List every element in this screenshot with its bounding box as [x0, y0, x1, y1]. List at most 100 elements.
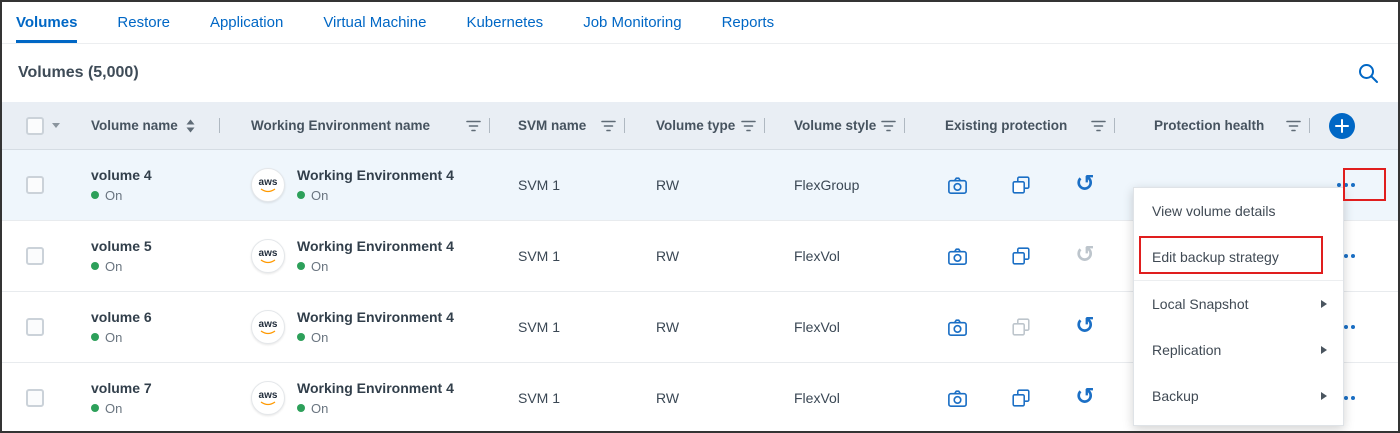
page-title: Volumes (5,000): [18, 64, 139, 82]
column-divider: [1114, 118, 1115, 133]
status-dot-icon: [297, 333, 305, 341]
tab-label: Virtual Machine: [323, 14, 426, 31]
volume-type: RW: [656, 319, 679, 335]
column-divider: [764, 118, 765, 133]
row-checkbox[interactable]: [26, 318, 44, 336]
working-environment-status: On: [297, 401, 454, 416]
tab-restore[interactable]: Restore: [117, 2, 170, 43]
add-button[interactable]: [1329, 113, 1355, 139]
column-label[interactable]: Protection health: [1154, 118, 1264, 133]
working-environment-name: Working Environment 4: [297, 167, 454, 184]
search-icon[interactable]: [1356, 61, 1380, 85]
working-environment-status: On: [297, 259, 454, 274]
tab-label: Application: [210, 14, 283, 31]
replication-copy-icon: [1009, 174, 1033, 196]
column-header-protection-health: Protection health: [1123, 102, 1318, 149]
select-menu-caret-icon[interactable]: [52, 123, 60, 128]
section-header: Volumes (5,000): [2, 44, 1398, 102]
volume-name: volume 7: [91, 380, 152, 397]
volume-name: volume 6: [91, 309, 152, 326]
svm-name: SVM 1: [518, 248, 560, 264]
header-checkbox-cell: [2, 102, 78, 149]
existing-protection-cell: ↺: [913, 363, 1123, 433]
status-dot-icon: [91, 333, 99, 341]
tab-label: Job Monitoring: [583, 14, 681, 31]
volume-type: RW: [656, 390, 679, 406]
status-dot-icon: [297, 191, 305, 199]
backup-restore-icon: ↺: [1073, 315, 1097, 338]
column-header-volume-name: Volume name: [78, 102, 228, 149]
volume-name: volume 5: [91, 238, 152, 255]
column-divider: [219, 118, 220, 133]
svm-name: SVM 1: [518, 319, 560, 335]
status-dot-icon: [91, 404, 99, 412]
backup-restore-icon: ↺: [1073, 173, 1097, 196]
volume-style: FlexVol: [794, 390, 840, 406]
replication-copy-icon: [1009, 316, 1033, 338]
filter-icon[interactable]: [601, 120, 616, 132]
tab-label: Reports: [722, 14, 775, 31]
aws-icon: aws: [251, 239, 285, 273]
filter-icon[interactable]: [741, 120, 756, 132]
volume-type: RW: [656, 177, 679, 193]
context-menu: View volume details Edit backup strategy…: [1133, 187, 1344, 426]
volume-style: FlexVol: [794, 248, 840, 264]
column-label[interactable]: Volume type: [656, 118, 735, 133]
filter-icon[interactable]: [1286, 120, 1301, 132]
tab-label: Restore: [117, 14, 170, 31]
aws-icon: aws: [251, 168, 285, 202]
existing-protection-cell: ↺: [913, 221, 1123, 291]
tab-volumes[interactable]: Volumes: [16, 2, 77, 43]
tab-job-monitoring[interactable]: Job Monitoring: [583, 2, 681, 43]
volume-style: FlexGroup: [794, 177, 859, 193]
column-label[interactable]: Working Environment name: [251, 118, 430, 133]
existing-protection-cell: ↺: [913, 150, 1123, 220]
snapshot-camera-icon: [945, 387, 969, 410]
aws-icon: aws: [251, 381, 285, 415]
column-divider: [624, 118, 625, 133]
snapshot-camera-icon: [945, 174, 969, 197]
column-label[interactable]: Volume style: [794, 118, 876, 133]
volume-status: On: [91, 259, 152, 274]
volume-type: RW: [656, 248, 679, 264]
filter-icon[interactable]: [881, 120, 896, 132]
header-actions-cell: [1318, 102, 1374, 149]
replication-copy-icon: [1009, 245, 1033, 267]
status-dot-icon: [91, 262, 99, 270]
column-header-working-environment: Working Environment name: [228, 102, 498, 149]
volume-status: On: [91, 401, 152, 416]
filter-icon[interactable]: [466, 120, 481, 132]
tab-virtual-machine[interactable]: Virtual Machine: [323, 2, 426, 43]
tab-application[interactable]: Application: [210, 2, 283, 43]
tab-kubernetes[interactable]: Kubernetes: [466, 2, 543, 43]
row-checkbox[interactable]: [26, 247, 44, 265]
svm-name: SVM 1: [518, 390, 560, 406]
column-header-existing-protection: Existing protection: [913, 102, 1123, 149]
column-divider: [489, 118, 490, 133]
submenu-arrow-icon: [1321, 392, 1327, 400]
filter-icon[interactable]: [1091, 120, 1106, 132]
row-checkbox[interactable]: [26, 176, 44, 194]
aws-icon: aws: [251, 310, 285, 344]
sort-icon[interactable]: [186, 119, 195, 133]
volume-style: FlexVol: [794, 319, 840, 335]
column-label[interactable]: SVM name: [518, 118, 586, 133]
row-checkbox[interactable]: [26, 389, 44, 407]
tab-reports[interactable]: Reports: [722, 2, 775, 43]
menu-item-view-volume-details[interactable]: View volume details: [1134, 188, 1343, 234]
menu-item-backup[interactable]: Backup: [1134, 373, 1343, 419]
volume-status: On: [91, 188, 152, 203]
existing-protection-cell: ↺: [913, 292, 1123, 362]
snapshot-camera-icon: [945, 316, 969, 339]
submenu-arrow-icon: [1321, 346, 1327, 354]
menu-item-edit-backup-strategy[interactable]: Edit backup strategy: [1134, 234, 1343, 280]
table-header-row: Volume name Working Environment name SVM…: [2, 102, 1398, 150]
select-all-checkbox[interactable]: [26, 117, 44, 135]
tab-label: Kubernetes: [466, 14, 543, 31]
column-label[interactable]: Existing protection: [945, 118, 1067, 133]
tab-bar: Volumes Restore Application Virtual Mach…: [2, 2, 1398, 44]
column-label[interactable]: Volume name: [91, 118, 178, 133]
menu-item-replication[interactable]: Replication: [1134, 327, 1343, 373]
status-dot-icon: [297, 404, 305, 412]
menu-item-local-snapshot[interactable]: Local Snapshot: [1134, 281, 1343, 327]
